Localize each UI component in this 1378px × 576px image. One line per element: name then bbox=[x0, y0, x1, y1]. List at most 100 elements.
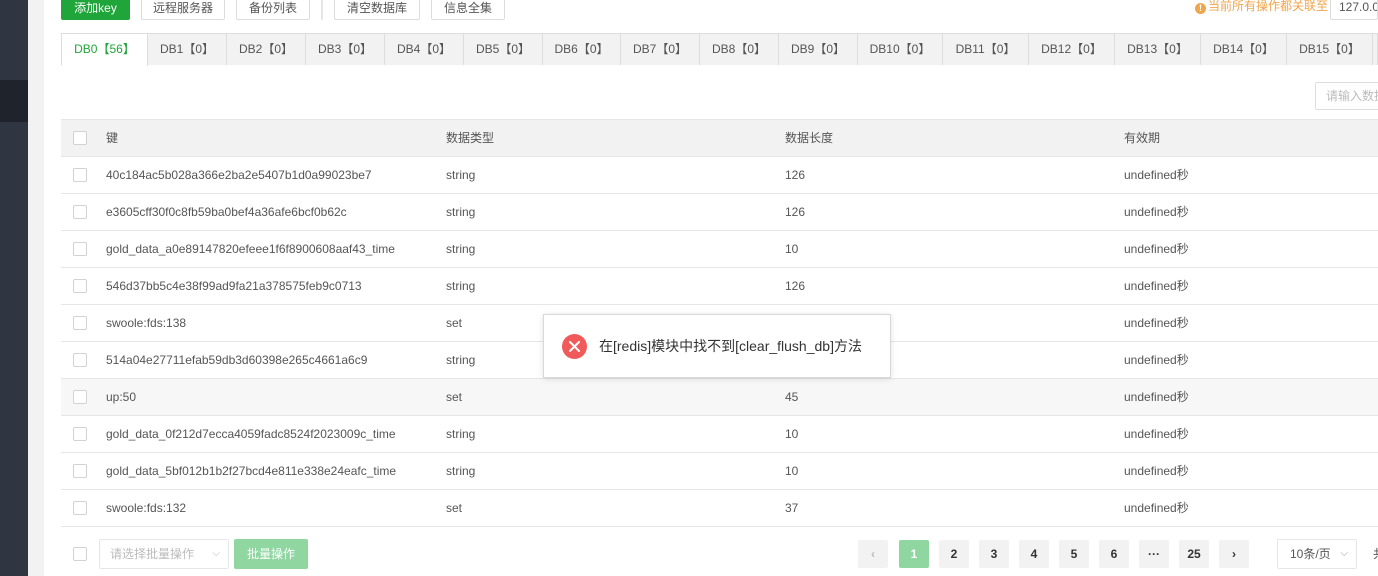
row-checkbox[interactable] bbox=[73, 390, 87, 404]
row-expire: undefined秒 bbox=[1124, 390, 1189, 404]
row-length: 37 bbox=[785, 501, 799, 515]
tab-db12[interactable]: DB12【0】 bbox=[1029, 34, 1115, 65]
warning-icon: ! bbox=[1194, 3, 1206, 14]
tab-db6[interactable]: DB6【0】 bbox=[543, 34, 621, 65]
row-type: set bbox=[446, 316, 463, 330]
notice-label: 当前所有操作都关联至 bbox=[1207, 0, 1328, 13]
row-type: string bbox=[446, 464, 476, 478]
row-length: 45 bbox=[785, 390, 799, 404]
info-all-button[interactable]: 信息全集 bbox=[431, 0, 505, 20]
batch-operation-select[interactable]: 请选择批量操作 ⌵ bbox=[99, 539, 229, 569]
sidebar bbox=[0, 0, 28, 576]
row-key: 514a04e27711efab59db3d60398e265c4661a6c9 bbox=[106, 353, 368, 367]
remote-server-button[interactable]: 远程服务器 bbox=[141, 0, 225, 20]
row-type: string bbox=[446, 353, 476, 367]
page-ellipsis[interactable]: ··· bbox=[1139, 540, 1169, 568]
tab-db10[interactable]: DB10【0】 bbox=[858, 34, 943, 65]
row-type: set bbox=[446, 390, 463, 404]
row-expire: undefined秒 bbox=[1124, 242, 1189, 256]
total-count-text: 共 bbox=[1373, 540, 1378, 568]
row-checkbox[interactable] bbox=[73, 279, 87, 293]
row-checkbox[interactable] bbox=[73, 501, 87, 515]
page-button-25[interactable]: 25 bbox=[1179, 540, 1209, 568]
row-length: 10 bbox=[785, 427, 799, 441]
row-type: string bbox=[446, 427, 476, 441]
search-input[interactable]: 请输入数据 bbox=[1315, 82, 1378, 110]
row-key: gold_data_5bf012b1b2f27bcd4e811e338e24ea… bbox=[106, 464, 397, 478]
tab-db5[interactable]: DB5【0】 bbox=[464, 34, 543, 65]
tab-db4[interactable]: DB4【0】 bbox=[385, 34, 464, 65]
tab-db2[interactable]: DB2【0】 bbox=[227, 34, 306, 65]
row-checkbox[interactable] bbox=[73, 168, 87, 182]
db-tabs: DB0【56】 DB1【0】 DB2【0】 DB3【0】 DB4【0】 DB5【… bbox=[61, 33, 1378, 66]
row-checkbox[interactable] bbox=[73, 316, 87, 330]
row-key: gold_data_a0e89147820efeee1f6f8900608aaf… bbox=[106, 242, 395, 256]
row-type: string bbox=[446, 168, 476, 182]
footer-select-all-checkbox[interactable] bbox=[73, 547, 87, 561]
row-key: gold_data_0f212d7ecca4059fadc8524f202300… bbox=[106, 427, 396, 441]
tab-db0[interactable]: DB0【56】 bbox=[62, 34, 148, 66]
header-length: 数据长度 bbox=[785, 131, 834, 145]
row-checkbox[interactable] bbox=[73, 427, 87, 441]
toolbar-divider bbox=[321, 0, 323, 20]
table-row[interactable]: 40c184ac5b028a366e2ba2e5407b1d0a99023be7… bbox=[61, 157, 1378, 194]
row-expire: undefined秒 bbox=[1124, 205, 1189, 219]
row-checkbox[interactable] bbox=[73, 464, 87, 478]
add-key-button[interactable]: 添加key bbox=[61, 0, 130, 20]
row-length: 126 bbox=[785, 279, 806, 293]
per-page-select[interactable]: 10条/页 ⌵ bbox=[1277, 539, 1357, 569]
page-button-2[interactable]: 2 bbox=[939, 540, 969, 568]
sidebar-active-item[interactable] bbox=[0, 80, 28, 122]
tab-db15[interactable]: DB15【0】 bbox=[1287, 34, 1373, 65]
tab-db11[interactable]: DB11【0】 bbox=[943, 34, 1029, 65]
row-key: e3605cff30f0c8fb59ba0bef4a36afe6bcf0b62c bbox=[106, 205, 347, 219]
row-checkbox[interactable] bbox=[73, 242, 87, 256]
chevron-down-icon: ⌵ bbox=[212, 548, 220, 559]
table-row[interactable]: e3605cff30f0c8fb59ba0bef4a36afe6bcf0b62c… bbox=[61, 194, 1378, 231]
chevron-down-icon: ⌵ bbox=[1340, 548, 1348, 559]
tab-db3[interactable]: DB3【0】 bbox=[306, 34, 385, 65]
page-button-1[interactable]: 1 bbox=[899, 540, 929, 568]
row-length: 126 bbox=[785, 205, 806, 219]
row-type: string bbox=[446, 205, 476, 219]
row-type: set bbox=[446, 501, 463, 515]
row-length: 10 bbox=[785, 464, 799, 478]
tab-db9[interactable]: DB9【0】 bbox=[779, 34, 858, 65]
page-button-4[interactable]: 4 bbox=[1019, 540, 1049, 568]
header-expire: 有效期 bbox=[1124, 131, 1161, 145]
clear-db-button[interactable]: 清空数据库 bbox=[334, 0, 420, 20]
table-row[interactable]: gold_data_a0e89147820efeee1f6f8900608aaf… bbox=[61, 231, 1378, 268]
table-header: 键 数据类型 数据长度 有效期 bbox=[61, 120, 1378, 157]
row-key: swoole:fds:138 bbox=[106, 316, 187, 330]
backup-list-button[interactable]: 备份列表 bbox=[236, 0, 310, 20]
next-page-button[interactable]: › bbox=[1219, 540, 1249, 568]
tab-db1[interactable]: DB1【0】 bbox=[148, 34, 227, 65]
row-type: string bbox=[446, 279, 476, 293]
page-button-3[interactable]: 3 bbox=[979, 540, 1009, 568]
table-row[interactable]: gold_data_5bf012b1b2f27bcd4e811e338e24ea… bbox=[61, 453, 1378, 490]
gutter bbox=[28, 0, 44, 576]
table-row[interactable]: gold_data_0f212d7ecca4059fadc8524f202300… bbox=[61, 416, 1378, 453]
tab-db8[interactable]: DB8【0】 bbox=[700, 34, 779, 65]
tab-db7[interactable]: DB7【0】 bbox=[621, 34, 700, 65]
row-length: 126 bbox=[785, 168, 806, 182]
row-expire: undefined秒 bbox=[1124, 353, 1189, 367]
prev-page-button[interactable]: ‹ bbox=[858, 540, 888, 568]
main-content: 添加key 远程服务器 备份列表 清空数据库 信息全集 ! 当前所有操作都关联至 … bbox=[44, 0, 1378, 576]
table-row[interactable]: up:50 set 45 undefined秒 bbox=[61, 379, 1378, 416]
host-field[interactable]: 127.0.0.1 bbox=[1330, 0, 1378, 20]
page-button-5[interactable]: 5 bbox=[1059, 540, 1089, 568]
table-row[interactable]: swoole:fds:132 set 37 undefined秒 bbox=[61, 490, 1378, 527]
row-checkbox[interactable] bbox=[73, 205, 87, 219]
header-key: 键 bbox=[106, 131, 119, 145]
tab-db14[interactable]: DB14【0】 bbox=[1201, 34, 1287, 65]
batch-operation-button[interactable]: 批量操作 bbox=[234, 539, 308, 569]
table-row[interactable]: 546d37bb5c4e38f99ad9fa21a378575feb9c0713… bbox=[61, 268, 1378, 305]
row-checkbox[interactable] bbox=[73, 353, 87, 367]
row-key: up:50 bbox=[106, 390, 137, 404]
row-key: swoole:fds:132 bbox=[106, 501, 187, 515]
row-type: string bbox=[446, 242, 476, 256]
tab-db13[interactable]: DB13【0】 bbox=[1115, 34, 1201, 65]
page-button-6[interactable]: 6 bbox=[1099, 540, 1129, 568]
select-all-checkbox[interactable] bbox=[73, 131, 87, 145]
